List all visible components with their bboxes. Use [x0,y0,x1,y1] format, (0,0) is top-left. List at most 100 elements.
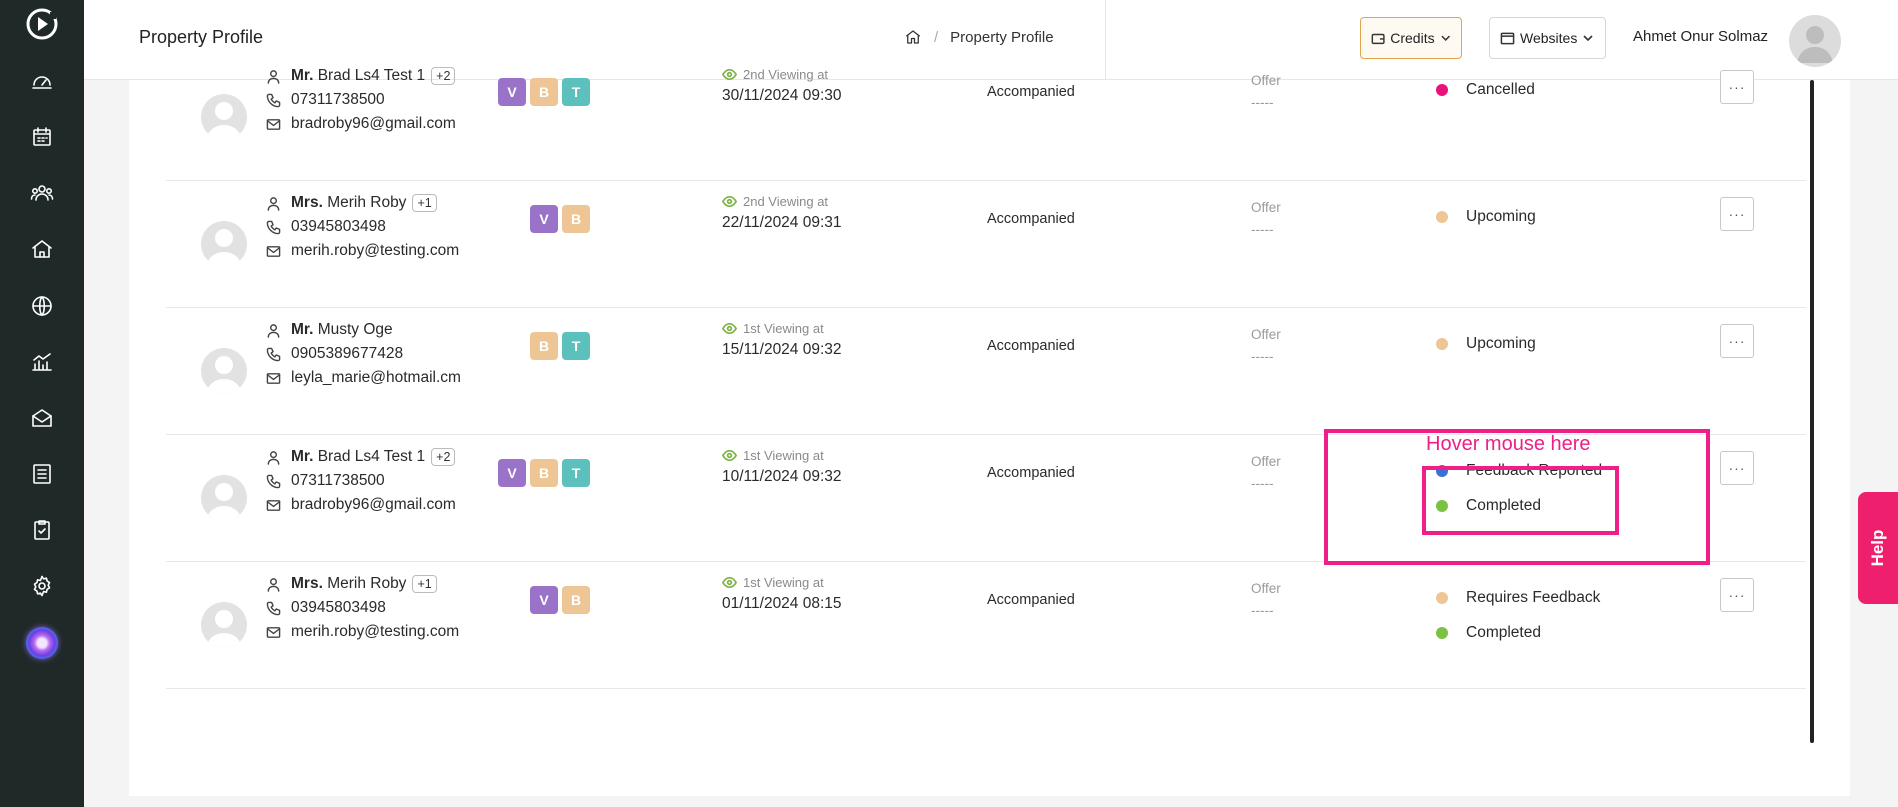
phone-icon [266,601,281,615]
contact-salutation: Mrs. [291,194,323,211]
person-icon [267,196,280,211]
badge-v: V [530,586,558,614]
more-actions-button[interactable]: ··· [1720,324,1754,358]
contact-details: Mr. Brad Ls4 Test 1 +2 07311738500 bradro… [266,64,456,136]
phone-icon [266,93,281,107]
contact-details: Mrs. Merih Roby +1 03945803498 merih.roby… [266,572,459,644]
contact-email[interactable]: bradroby96@gmail.com [291,115,456,133]
viewing-type: Accompanied [987,84,1075,100]
status-list: Requires Feedback Completed [1436,580,1600,650]
badge-b: B [530,332,558,360]
status-dot [1436,337,1448,350]
contact-name[interactable]: Merih Roby [327,194,406,211]
contact-salutation: Mr. [291,448,314,465]
user-name[interactable]: Ahmet Onur Solmaz [1633,28,1768,45]
badge-b: B [562,205,590,233]
eye-icon [722,576,737,588]
more-actions-button[interactable]: ··· [1720,451,1754,485]
chart-icon[interactable] [27,347,57,377]
status-list: Cancelled [1436,72,1535,107]
globe-icon[interactable] [27,291,57,321]
more-actions-button[interactable]: ··· [1720,578,1754,612]
contact-details: Mr. Brad Ls4 Test 1 +2 07311738500 bradro… [266,445,456,517]
websites-button[interactable]: Websites [1489,17,1606,59]
contact-salutation: Mr. [291,321,314,338]
viewing-row: Mrs. Merih Roby +1 03945803498 merih.roby… [166,562,1806,689]
contact-email[interactable]: merih.roby@testing.com [291,623,459,641]
contact-phone[interactable]: 07311738500 [291,472,385,490]
badge-v: V [498,459,526,487]
status-list: Upcoming [1436,326,1536,361]
extra-attendees-badge[interactable]: +2 [431,67,456,85]
eye-icon [722,195,737,207]
more-actions-button[interactable]: ··· [1720,70,1754,104]
chevron-down-icon [1440,35,1450,41]
contact-phone[interactable]: 07311738500 [291,91,385,109]
contact-name[interactable]: Brad Ls4 Test 1 [318,448,425,465]
offer-value: ----- [1251,603,1274,618]
gear-icon[interactable] [27,571,57,601]
contact-name[interactable]: Brad Ls4 Test 1 [318,67,425,84]
badge-t: T [562,332,590,360]
list-icon[interactable] [27,459,57,489]
contact-name[interactable]: Merih Roby [327,575,406,592]
mail-icon[interactable] [27,403,57,433]
status-item[interactable]: Upcoming [1436,326,1536,361]
eye-icon [722,449,737,461]
home-icon[interactable] [904,28,922,46]
status-item[interactable]: Cancelled [1436,72,1535,107]
contact-email[interactable]: merih.roby@testing.com [291,242,459,260]
person-icon [267,323,280,338]
viewing-label: 2nd Viewing at [743,66,829,82]
offer-label: Offer [1251,200,1281,215]
scrollbar[interactable] [1810,80,1814,743]
offer-value: ----- [1251,95,1274,110]
contact-salutation: Mr. [291,67,314,84]
attendee-badges: VBT [480,78,590,106]
contact-phone[interactable]: 0905389677428 [291,345,403,363]
badge-t: T [562,78,590,106]
ai-assistant-orb-icon[interactable] [26,627,58,659]
viewing-type: Accompanied [987,592,1075,608]
viewing-datetime: 15/11/2024 09:32 [722,341,842,358]
status-item[interactable]: Completed [1436,615,1600,650]
credits-button[interactable]: Credits [1360,17,1462,59]
contact-phone[interactable]: 03945803498 [291,218,386,236]
viewing-info: 2nd Viewing at 30/11/2024 09:30 [722,64,842,105]
contact-name[interactable]: Musty Oge [318,321,393,338]
viewing-row: Mr. Musty Oge 0905389677428 leyla_marie@… [166,308,1806,435]
attendee-badges: VB [480,205,590,233]
offer-value: ----- [1251,222,1274,237]
house-icon[interactable] [27,234,57,264]
status-item[interactable]: Upcoming [1436,199,1536,234]
people-icon[interactable] [27,178,57,208]
extra-attendees-badge[interactable]: +1 [412,575,437,593]
extra-attendees-badge[interactable]: +2 [431,448,456,466]
wallet-icon [1371,33,1385,44]
extra-attendees-badge[interactable]: +1 [412,194,437,212]
help-tab[interactable]: Help [1858,492,1898,604]
app-logo-icon[interactable] [24,6,60,42]
viewing-datetime: 01/11/2024 08:15 [722,595,842,612]
credits-label: Credits [1390,30,1435,46]
badge-t: T [562,459,590,487]
contact-phone[interactable]: 03945803498 [291,599,386,617]
offer-label: Offer [1251,454,1281,469]
sidebar [0,0,84,807]
phone-icon [266,220,281,234]
contact-details: Mrs. Merih Roby +1 03945803498 merih.roby… [266,191,459,263]
calendar-icon[interactable] [27,122,57,152]
offer-label: Offer [1251,327,1281,342]
dashboard-icon[interactable] [27,66,57,96]
contact-email[interactable]: leyla_marie@hotmail.cm [291,369,461,387]
offer-value: ----- [1251,476,1274,491]
clipboard-check-icon[interactable] [27,515,57,545]
chevron-down-icon [1583,35,1593,42]
more-actions-button[interactable]: ··· [1720,197,1754,231]
viewing-info: 1st Viewing at 15/11/2024 09:32 [722,318,842,359]
status-item[interactable]: Requires Feedback [1436,580,1600,615]
contact-email[interactable]: bradroby96@gmail.com [291,496,456,514]
websites-label: Websites [1520,30,1578,46]
offer-value: ----- [1251,349,1274,364]
viewing-info: 1st Viewing at 01/11/2024 08:15 [722,572,842,613]
